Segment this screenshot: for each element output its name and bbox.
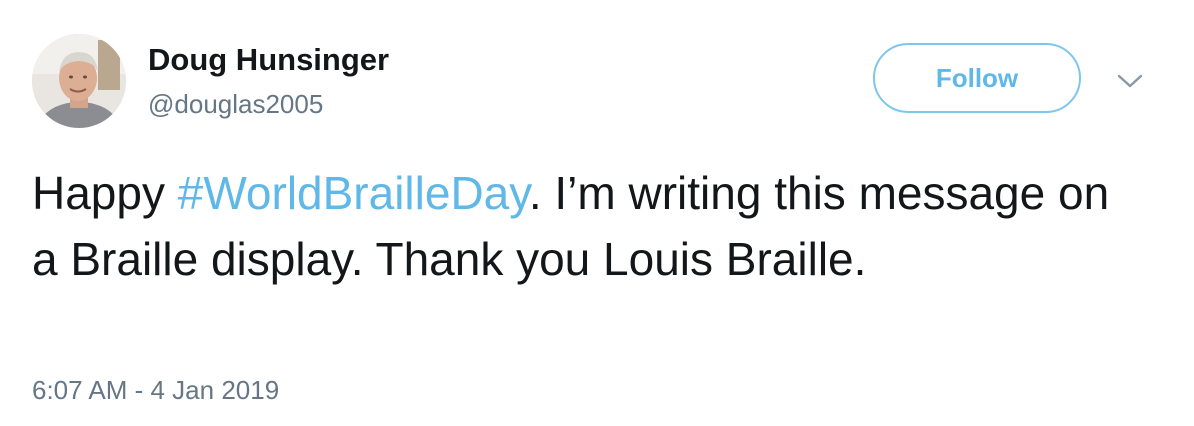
hashtag-link[interactable]: #WorldBrailleDay [178, 167, 529, 219]
chevron-down-icon [1117, 74, 1143, 88]
tweet-menu-button[interactable] [1112, 66, 1148, 96]
tweet-timestamp[interactable]: 6:07 AM - 4 Jan 2019 [32, 374, 279, 406]
tweet-text-before: Happy [32, 167, 178, 219]
tweet-text: Happy #WorldBrailleDay. I’m writing this… [32, 160, 1132, 292]
author-name[interactable]: Doug Hunsinger [148, 42, 389, 78]
follow-button[interactable]: Follow [873, 43, 1081, 113]
tweet-card: Doug Hunsinger @douglas2005 Follow Happy… [0, 0, 1194, 426]
follow-button-label: Follow [935, 62, 1019, 93]
avatar[interactable] [32, 34, 126, 128]
user-avatar-icon [32, 34, 126, 128]
author-handle[interactable]: @douglas2005 [148, 88, 323, 120]
